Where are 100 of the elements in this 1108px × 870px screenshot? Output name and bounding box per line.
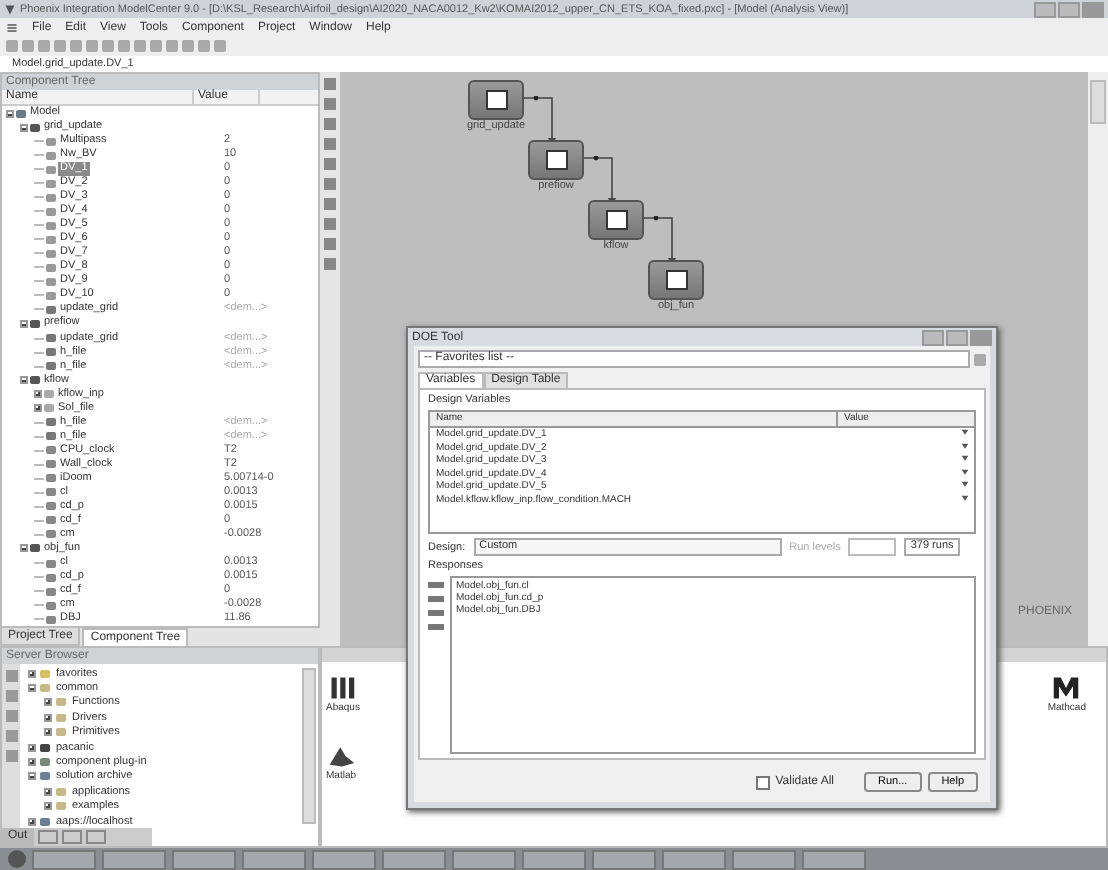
tree-node-icon: [46, 432, 56, 441]
expander-icon[interactable]: [34, 390, 42, 399]
expander-icon[interactable]: [20, 544, 28, 553]
tree-node-icon: [46, 137, 56, 146]
tree-node-icon: [56, 787, 66, 796]
component-node[interactable]: [588, 200, 644, 240]
tree-node-icon: [56, 698, 66, 707]
app-menu-icon[interactable]: [6, 21, 18, 33]
tree-node-icon: [30, 544, 40, 553]
tree-node-icon: [44, 390, 54, 399]
expander-icon[interactable]: [44, 713, 52, 722]
toolbar-icon[interactable]: [85, 830, 106, 844]
side-tab[interactable]: [1090, 80, 1106, 124]
checkbox[interactable]: [755, 775, 770, 789]
expander-icon[interactable]: [6, 109, 14, 118]
expander-icon[interactable]: [28, 772, 36, 781]
taskbar-button[interactable]: [592, 849, 656, 869]
expander-icon[interactable]: [20, 319, 28, 328]
tree-node-icon: [40, 817, 50, 826]
tree-node-icon: [46, 587, 56, 596]
expander-icon[interactable]: [44, 728, 52, 737]
toolbar-icon[interactable]: [61, 830, 82, 844]
tree-node-icon: [46, 151, 56, 160]
surface-icon[interactable]: [327, 742, 355, 770]
tree-node-icon: [46, 615, 56, 624]
taskbar-button[interactable]: [242, 849, 306, 869]
tree-node-icon: [40, 758, 50, 767]
tree-node-icon: [46, 165, 56, 174]
toolbar-icon[interactable]: [974, 353, 986, 365]
tree-node-icon: [46, 235, 56, 244]
taskbar-button[interactable]: [312, 849, 376, 869]
expander-icon[interactable]: [44, 802, 52, 811]
tree-node-icon: [56, 728, 66, 737]
tree-node-icon: [46, 601, 56, 610]
tree-node-icon: [56, 713, 66, 722]
minimize-button[interactable]: [922, 329, 944, 345]
tree-node-icon: [46, 291, 56, 300]
tree-node-icon: [44, 404, 54, 413]
expander-icon[interactable]: [20, 123, 28, 132]
tree-node-icon: [46, 348, 56, 357]
maximize-button[interactable]: [1058, 1, 1080, 17]
component-node[interactable]: [468, 80, 524, 120]
tree-node-icon: [46, 559, 56, 568]
tree-node-icon: [40, 743, 50, 752]
tree-node-icon: [30, 376, 40, 385]
start-button[interactable]: [8, 850, 26, 868]
component-node[interactable]: [528, 140, 584, 180]
close-button[interactable]: [970, 329, 992, 345]
expander-icon[interactable]: [28, 758, 36, 767]
taskbar-button[interactable]: [452, 849, 516, 869]
tree-node-icon: [46, 362, 56, 371]
tree-node-icon: [46, 221, 56, 230]
tree-node-icon: [46, 207, 56, 216]
taskbar-button[interactable]: [802, 849, 866, 869]
tree-node-icon: [46, 446, 56, 455]
taskbar-button[interactable]: [102, 849, 166, 869]
scrollbar[interactable]: [302, 668, 316, 824]
tree-node-icon: [46, 334, 56, 343]
component-node[interactable]: [648, 260, 704, 300]
run-levels-field[interactable]: [848, 538, 897, 556]
tree-node-icon: [40, 684, 50, 693]
tree-node-icon: [46, 516, 56, 525]
tree-node-icon: [30, 319, 40, 328]
tree-node-icon: [46, 277, 56, 286]
expander-icon[interactable]: [28, 669, 36, 678]
expander-icon[interactable]: [28, 817, 36, 826]
tree-node-icon: [46, 502, 56, 511]
expander-icon[interactable]: [34, 404, 42, 413]
tree-node-icon: [46, 193, 56, 202]
tree-node-icon: [46, 530, 56, 539]
tree-node-icon: [46, 263, 56, 272]
tree-node-icon: [56, 802, 66, 811]
tree-node-icon: [46, 305, 56, 314]
tree-node-icon: [16, 109, 26, 118]
tree-node-icon: [46, 249, 56, 258]
taskbar-button[interactable]: [32, 849, 96, 869]
taskbar-button[interactable]: [382, 849, 446, 869]
rack-icon[interactable]: [328, 674, 357, 702]
tree-node-icon: [40, 669, 50, 678]
tree-node-icon: [46, 488, 56, 497]
tree-node-icon: [46, 573, 56, 582]
tree-node-icon: [46, 474, 56, 483]
tree-node-icon: [30, 123, 40, 132]
tree-node-icon: [46, 418, 56, 427]
maximize-button[interactable]: [946, 329, 968, 345]
taskbar-button[interactable]: [172, 849, 236, 869]
tree-node-icon: [46, 460, 56, 469]
tree-node-icon: [40, 772, 50, 781]
close-button[interactable]: [1082, 1, 1104, 17]
expander-icon[interactable]: [28, 684, 36, 693]
taskbar-button[interactable]: [662, 849, 726, 869]
taskbar-button[interactable]: [732, 849, 796, 869]
tree-node-icon: [46, 179, 56, 188]
taskbar-button[interactable]: [522, 849, 586, 869]
expander-icon[interactable]: [20, 376, 28, 385]
expander-icon[interactable]: [44, 787, 52, 796]
expander-icon[interactable]: [28, 743, 36, 752]
block-m-icon[interactable]: [1052, 674, 1081, 702]
minimize-button[interactable]: [1034, 1, 1056, 17]
expander-icon[interactable]: [44, 698, 52, 707]
